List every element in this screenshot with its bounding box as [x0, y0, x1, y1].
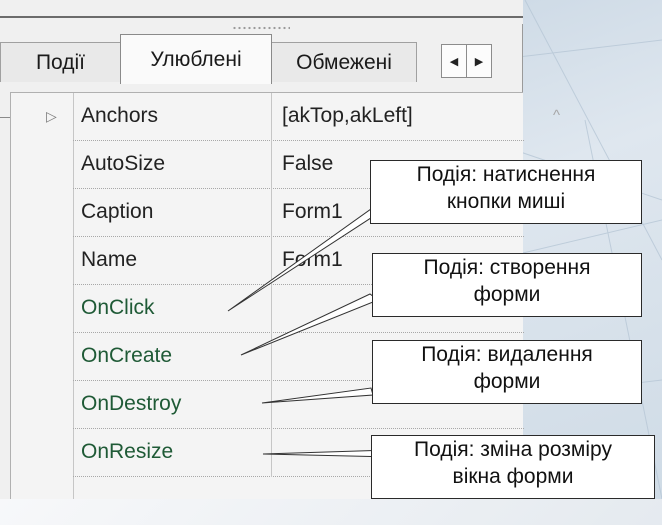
callout-onresize-line2: вікна форми — [452, 465, 574, 488]
callout-onclick-line2: кнопки миші — [446, 190, 566, 213]
leader-line-oncreate — [240, 293, 380, 356]
callout-oncreate-line1: Подія: створення — [423, 256, 591, 279]
callout-ondestroy-line1: Подія: видалення — [421, 343, 593, 366]
callout-onresize: Подія: зміна розміру вікна форми — [371, 435, 655, 499]
callout-leader-lines — [227, 193, 401, 458]
callout-onclick: Подія: натиснення кнопки миші — [370, 160, 642, 224]
callout-oncreate-line2: форми — [473, 283, 541, 306]
callout-oncreate: Подія: створення форми — [372, 253, 642, 317]
leader-line-ondestroy — [261, 387, 374, 404]
callout-onclick-line1: Подія: натиснення — [416, 163, 596, 186]
callout-ondestroy: Подія: видалення форми — [372, 340, 642, 404]
callout-ondestroy-line2: форми — [473, 370, 541, 393]
callout-onresize-line1: Подія: зміна розміру — [414, 438, 612, 461]
